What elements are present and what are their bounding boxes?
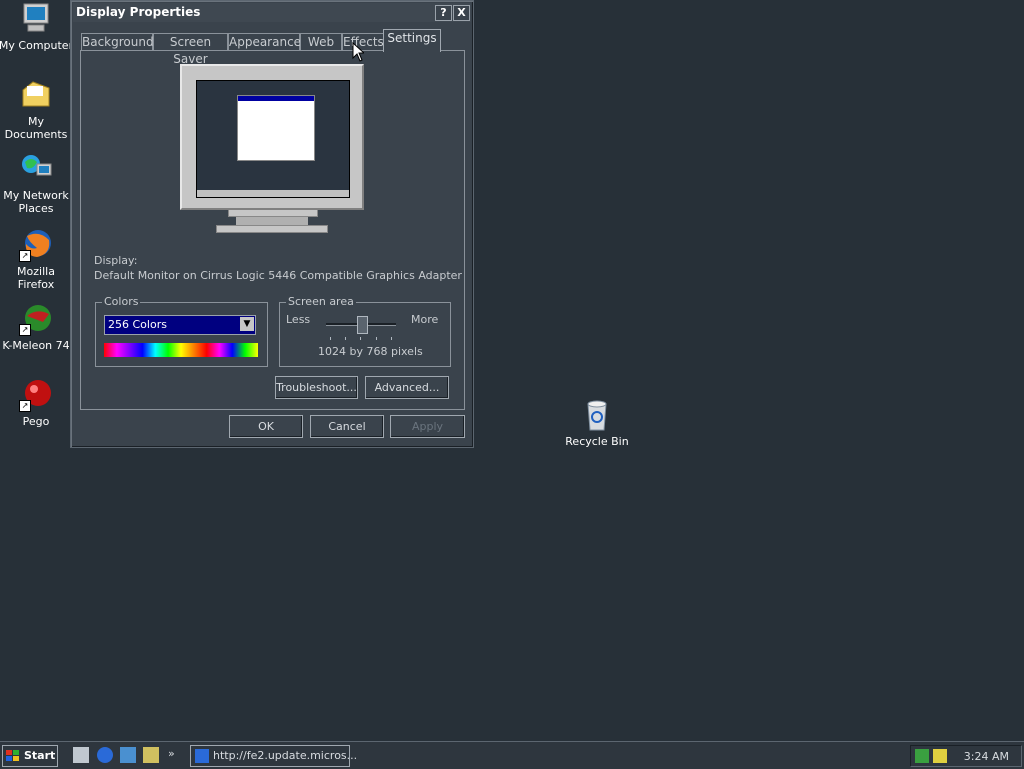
slider-tick <box>391 337 392 340</box>
desktop-icon-label: Mozilla Firefox <box>17 265 55 291</box>
start-button[interactable]: Start <box>2 745 58 767</box>
help-button[interactable]: ? <box>435 5 452 21</box>
monitor-neck <box>236 216 308 225</box>
monitor-screen <box>196 80 350 198</box>
mouse-cursor-icon <box>352 42 364 62</box>
k-meleon-icon: ↗ <box>19 302 53 336</box>
taskbar-window-button[interactable]: http://fe2.update.micros... <box>190 745 357 767</box>
ok-button[interactable]: OK <box>229 415 303 438</box>
desktop-icon-mozilla-firefox[interactable]: ↗ Mozilla Firefox <box>0 228 74 291</box>
cancel-button[interactable]: Cancel <box>310 415 384 438</box>
network-icon <box>19 152 53 186</box>
shortcut-arrow-icon: ↗ <box>19 250 31 262</box>
desktop-icon-label: My Computer <box>0 39 74 52</box>
shortcut-arrow-icon: ↗ <box>19 400 31 412</box>
slider-tick <box>345 337 346 340</box>
volume-tray-icon[interactable] <box>933 749 947 763</box>
start-label: Start <box>24 749 56 762</box>
dialog-title: Display Properties <box>76 5 201 19</box>
desktop-icon-my-documents[interactable]: My Documents <box>0 78 74 141</box>
pego-icon: ↗ <box>19 378 53 412</box>
monitor-base <box>216 225 328 233</box>
apply-button[interactable]: Apply <box>390 415 465 438</box>
display-adapter-value: Default Monitor on Cirrus Logic 5446 Com… <box>94 269 462 282</box>
ie-page-icon <box>195 749 209 763</box>
screen-area-slider-thumb[interactable] <box>356 316 368 334</box>
monitor-preview <box>180 64 364 210</box>
advanced-button[interactable]: Advanced... <box>365 376 449 399</box>
colors-dropdown-value: 256 Colors <box>108 318 167 331</box>
display-label: Display: <box>94 254 138 267</box>
tab-settings[interactable]: Settings <box>383 29 441 52</box>
quick-launch-desktop-icon[interactable] <box>73 747 89 763</box>
preview-taskbar <box>197 190 349 197</box>
preview-window <box>237 95 315 161</box>
chevron-down-icon[interactable]: ▼ <box>240 317 254 331</box>
system-tray: 3:24 AM <box>910 745 1022 767</box>
slider-tick <box>330 337 331 340</box>
shortcut-arrow-icon: ↗ <box>19 324 31 336</box>
colors-dropdown[interactable]: 256 Colors ▼ <box>104 315 256 335</box>
desktop-icon-pego[interactable]: ↗ Pego <box>0 378 74 428</box>
colors-group: Colors 256 Colors ▼ <box>95 295 268 367</box>
quick-launch-outlook-icon[interactable] <box>120 747 136 763</box>
slider-tick <box>360 337 361 340</box>
network-tray-icon[interactable] <box>915 749 929 763</box>
screen-area-group-label: Screen area <box>286 295 356 308</box>
taskbar: Start » http://fe2.update.micros... 3:24… <box>0 741 1024 769</box>
tab-appearance[interactable]: Appearance <box>228 33 301 51</box>
quick-launch-explorer-icon[interactable] <box>143 747 159 763</box>
computer-icon <box>19 2 53 36</box>
dialog-titlebar[interactable]: Display Properties ? X <box>73 3 471 22</box>
slider-less-label: Less <box>286 313 311 326</box>
desktop-icon-my-network-places[interactable]: My Network Places <box>0 152 74 215</box>
taskbar-window-title: http://fe2.update.micros... <box>213 749 358 762</box>
windows-logo-icon <box>6 750 19 761</box>
colors-group-label: Colors <box>102 295 141 308</box>
color-spectrum-bar <box>104 343 258 357</box>
slider-more-label: More <box>411 313 439 326</box>
desktop-icon-label: My Documents <box>4 115 68 141</box>
resolution-value: 1024 by 768 pixels <box>318 345 423 358</box>
folder-icon <box>19 78 53 112</box>
clock[interactable]: 3:24 AM <box>964 750 1009 763</box>
tab-web[interactable]: Web <box>300 33 342 51</box>
tab-screen-saver[interactable]: Screen Saver <box>153 33 228 66</box>
desktop-icon-label: K-Meleon 74 <box>2 339 70 352</box>
troubleshoot-button[interactable]: Troubleshoot... <box>275 376 358 399</box>
close-button[interactable]: X <box>453 5 470 21</box>
desktop-icon-k-meleon[interactable]: ↗ K-Meleon 74 <box>0 302 74 352</box>
slider-tick <box>376 337 377 340</box>
recycle-bin-icon <box>580 398 614 432</box>
desktop-icon-label: Pego <box>22 415 50 428</box>
tab-background[interactable]: Background <box>81 33 154 51</box>
quick-launch-chevron[interactable]: » <box>168 747 175 760</box>
monitor-stand <box>228 210 318 217</box>
desktop-icon-label: Recycle Bin <box>565 435 629 448</box>
desktop-icon-label: My Network Places <box>3 189 69 215</box>
desktop-icon-recycle-bin[interactable]: Recycle Bin <box>559 398 635 448</box>
screen-area-group: Screen area Less More 1024 by 768 pixels <box>279 295 451 367</box>
firefox-icon: ↗ <box>19 228 53 262</box>
quick-launch-ie-icon[interactable] <box>97 747 113 763</box>
desktop-icon-my-computer[interactable]: My Computer <box>0 2 74 52</box>
